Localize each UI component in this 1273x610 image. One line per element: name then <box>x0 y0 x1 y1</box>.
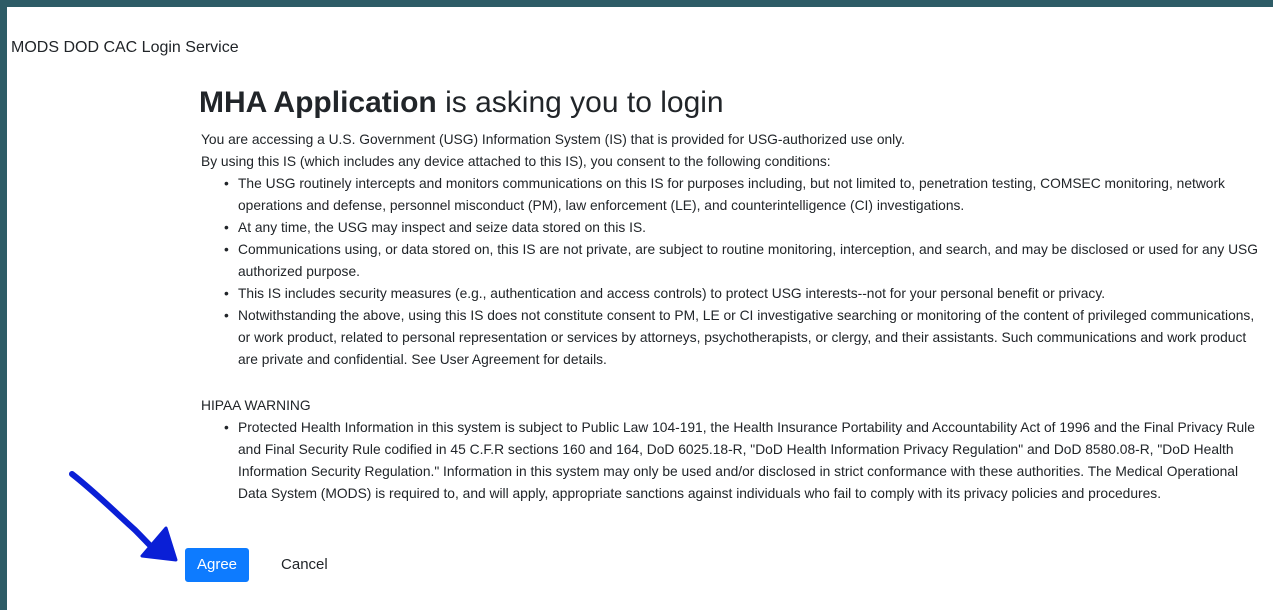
hipaa-list: Protected Health Information in this sys… <box>201 417 1263 505</box>
login-page: MODS DOD CAC Login Service MHA Applicati… <box>7 7 1273 610</box>
agree-button[interactable]: Agree <box>185 548 250 582</box>
page-title: MHA Application is asking you to login <box>199 83 1263 123</box>
title-suffix: is asking you to login <box>436 86 724 119</box>
condition-item: Notwithstanding the above, using this IS… <box>224 305 1263 371</box>
consent-content: MHA Application is asking you to login Y… <box>199 83 1263 505</box>
hipaa-item: Protected Health Information in this sys… <box>224 417 1263 505</box>
service-title: MODS DOD CAC Login Service <box>11 39 239 56</box>
intro-line: You are accessing a U.S. Government (USG… <box>201 132 905 147</box>
condition-item: This IS includes security measures (e.g.… <box>224 283 1263 305</box>
condition-item: The USG routinely intercepts and monitor… <box>224 173 1263 217</box>
intro-line: By using this IS (which includes any dev… <box>201 154 831 169</box>
button-row: Agree Cancel <box>185 548 340 582</box>
intro-text: You are accessing a U.S. Government (USG… <box>201 129 1263 173</box>
app-name: MHA Application <box>199 86 437 119</box>
condition-item: Communications using, or data stored on,… <box>224 239 1263 283</box>
hipaa-title: HIPAA WARNING <box>201 398 311 413</box>
condition-item: At any time, the USG may inspect and sei… <box>224 217 1263 239</box>
conditions-list: The USG routinely intercepts and monitor… <box>201 173 1263 371</box>
cancel-button[interactable]: Cancel <box>269 548 340 582</box>
